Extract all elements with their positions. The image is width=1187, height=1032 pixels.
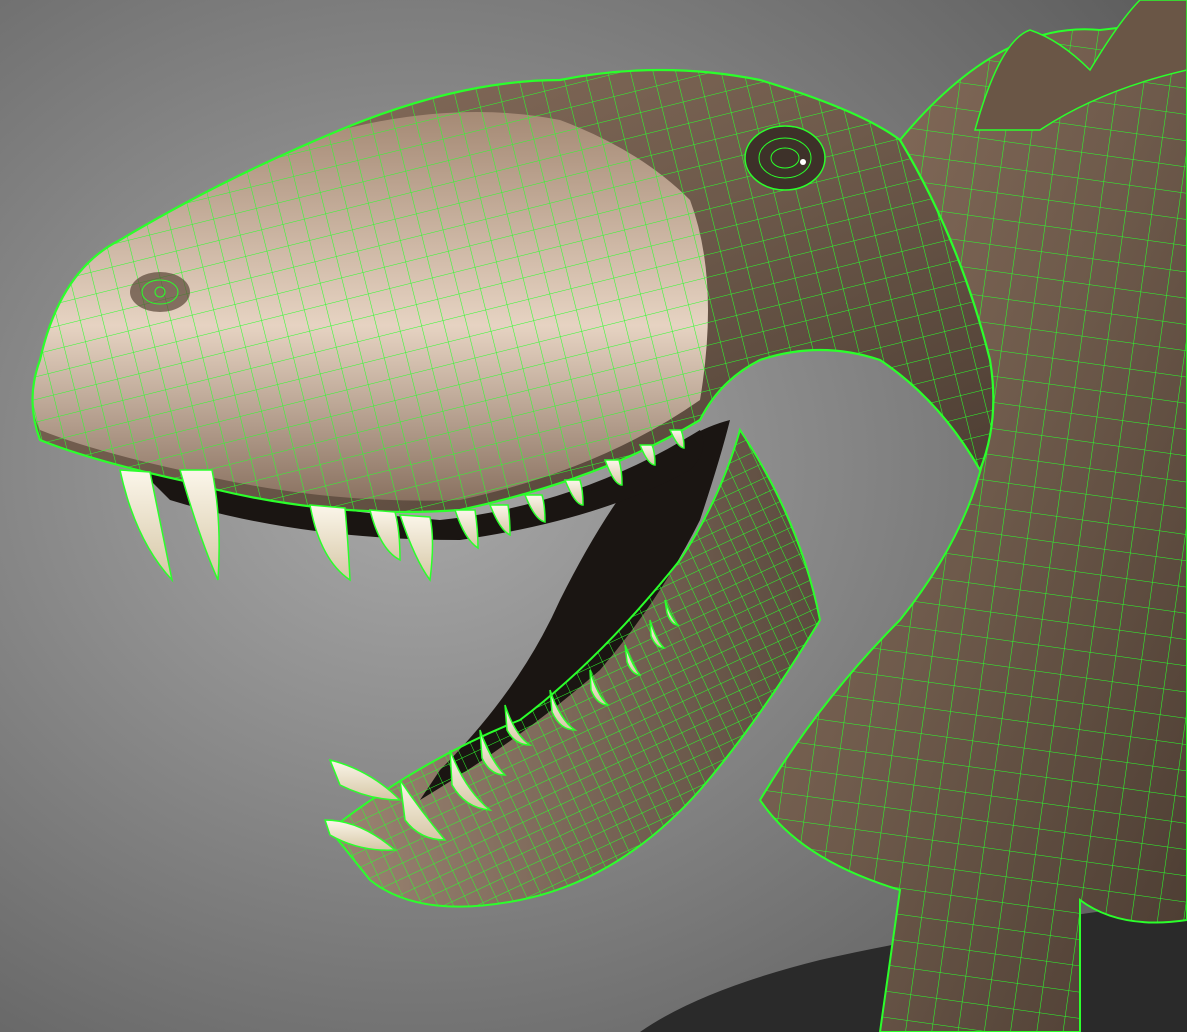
nostril-icon — [130, 272, 190, 312]
3d-viewport[interactable] — [0, 0, 1187, 1032]
viewport-canvas[interactable] — [0, 0, 1187, 1032]
eye-icon — [744, 125, 826, 191]
